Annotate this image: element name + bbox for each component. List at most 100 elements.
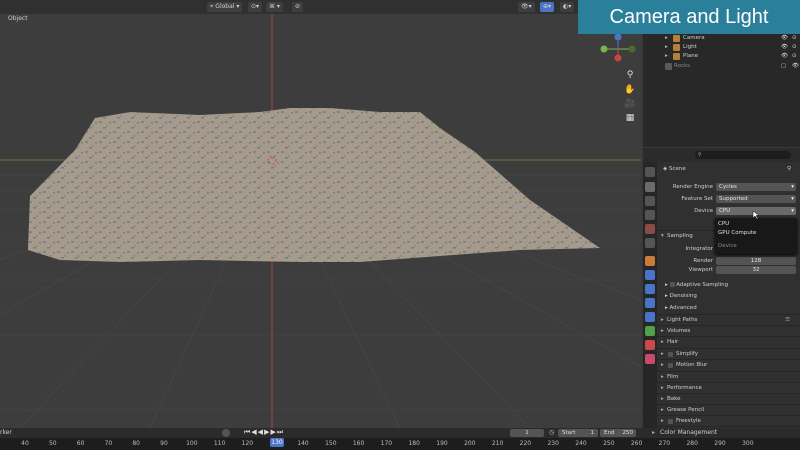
properties-search-input[interactable]: ⚲: [695, 151, 791, 159]
tool-tab-icon[interactable]: [645, 167, 655, 177]
world-tab-icon[interactable]: [645, 238, 655, 248]
constraints-tab-icon[interactable]: [645, 312, 655, 322]
panel-simplify[interactable]: ▸ Simplify: [657, 348, 800, 359]
render-icon[interactable]: ⊙: [792, 52, 797, 61]
timeline-ruler[interactable]: 40 50 60 70 80 90 100 110 120 130 140 150 160 170 180 1…: [0, 438, 800, 450]
menu-object[interactable]: Object: [8, 15, 28, 22]
start-frame-field[interactable]: Start 1: [558, 429, 598, 437]
gizmo-toggle[interactable]: ⊕▾: [540, 2, 555, 12]
ruler-tick-label: 230: [547, 440, 559, 447]
ruler-tick-label: 180: [408, 440, 420, 447]
eye-icon[interactable]: 👁: [781, 34, 788, 43]
texture-tab-icon[interactable]: [645, 354, 655, 364]
clock-icon[interactable]: ◷: [549, 429, 554, 436]
view-layer-tab-icon[interactable]: [645, 210, 655, 220]
panel-hair[interactable]: ▸ Hair: [657, 336, 800, 347]
viewport-scene: [0, 0, 641, 428]
eye-icon[interactable]: 👁: [781, 52, 788, 61]
motion-blur-checkbox[interactable]: [668, 363, 673, 368]
navigation-gizmo[interactable]: [598, 34, 640, 64]
ruler-tick-label: 140: [297, 440, 309, 447]
panel-volumes[interactable]: ▸ Volumes: [657, 325, 800, 336]
adaptive-sampling-checkbox[interactable]: [669, 282, 675, 287]
eye-icon[interactable]: 👁: [792, 62, 799, 71]
object-tab-icon[interactable]: [645, 256, 655, 266]
marker-menu[interactable]: rker: [0, 429, 12, 436]
viewport-samples-field[interactable]: 32: [716, 266, 796, 274]
ruler-tick-label: 280: [686, 440, 698, 447]
expand-arrow-icon[interactable]: ▸: [665, 34, 668, 43]
panel-grease-pencil[interactable]: ▸ Grease Pencil: [657, 404, 800, 415]
outliner-row-rocks[interactable]: Rocks ▢ 👁: [643, 62, 800, 71]
render-samples-field[interactable]: 128: [716, 257, 796, 265]
panel-light-paths[interactable]: ▸ Light Paths ☰: [657, 314, 800, 325]
transform-orientation-dropdown[interactable]: ⌖ Global ▾: [207, 2, 243, 12]
pan-hand-icon[interactable]: ✋: [624, 84, 636, 96]
proportional-edit-toggle[interactable]: ⊘: [292, 2, 304, 12]
ruler-tick-label: 120: [241, 440, 254, 447]
outliner-row-camera[interactable]: ▸ Camera 👁 ⊙: [643, 34, 800, 43]
playback-controls[interactable]: ⏮◀◀▶▶⏭: [244, 428, 284, 437]
panel-film[interactable]: ▸ Film: [657, 371, 800, 382]
render-engine-dropdown[interactable]: Cycles ▾: [716, 183, 796, 191]
grid-toggle-icon[interactable]: ▦: [624, 112, 636, 124]
panel-freestyle[interactable]: ▸ Freestyle: [657, 415, 800, 426]
device-option-cpu[interactable]: CPU: [718, 221, 729, 227]
end-frame-field[interactable]: End 250: [600, 429, 636, 437]
render-icon[interactable]: ⊙: [792, 43, 797, 52]
overlay-toggle[interactable]: ◐▾: [560, 2, 575, 12]
render-icon[interactable]: ⊙: [792, 34, 797, 43]
output-tab-icon[interactable]: [645, 196, 655, 206]
outliner-row-plane[interactable]: ▸ Plane 👁 ⊙: [643, 52, 800, 61]
device-option-gpu-compute[interactable]: GPU Compute: [718, 230, 756, 236]
panel-motion-blur[interactable]: ▸ Motion Blur: [657, 359, 800, 370]
camera-view-icon[interactable]: 🎥: [624, 98, 636, 110]
physics-tab-icon[interactable]: [645, 298, 655, 308]
viewport-menu-bar: Object: [0, 14, 32, 24]
timeline-controls: rker ⏮◀◀▶▶⏭ 1 ◷ Start 1 End 250 Color Mana…: [0, 428, 800, 438]
ruler-tick-label: 100: [186, 440, 198, 447]
ruler-tick-label: 270: [658, 440, 671, 447]
record-button[interactable]: [222, 429, 230, 437]
data-tab-icon[interactable]: [645, 326, 655, 336]
color-management-label[interactable]: Color Management: [660, 429, 717, 436]
ruler-tick-label: 170: [380, 440, 393, 447]
feature-set-dropdown[interactable]: Supported ▾: [716, 195, 796, 203]
checkbox-icon[interactable]: ▢: [781, 62, 786, 71]
outliner: ▸ Camera 👁 ⊙ ▸ Light 👁 ⊙ ▸ Plane 👁 ⊙ Roc…: [643, 34, 800, 147]
adaptive-sampling-subpanel[interactable]: ▸ Adaptive Sampling: [665, 281, 728, 289]
ruler-tick-label: 40: [21, 440, 29, 447]
timeline-playhead[interactable]: 130: [270, 438, 284, 447]
panel-performance[interactable]: ▸ Performance: [657, 382, 800, 393]
snap-toggle[interactable]: ⌘ ▾: [266, 2, 283, 12]
scene-breadcrumb: ◈ Scene: [663, 166, 686, 172]
outliner-row-light[interactable]: ▸ Light 👁 ⊙: [643, 43, 800, 52]
visibility-dropdown[interactable]: 👁▾: [518, 2, 535, 12]
simplify-checkbox[interactable]: [668, 352, 673, 357]
scene-tab-icon[interactable]: [645, 224, 655, 234]
ruler-tick-label: 50: [48, 440, 57, 447]
material-tab-icon[interactable]: [645, 340, 655, 350]
render-tab-icon[interactable]: [645, 182, 655, 192]
properties-header: ⚲: [643, 148, 800, 162]
denoising-subpanel[interactable]: ▸ Denoising: [665, 292, 697, 300]
panel-bake[interactable]: ▸ Bake: [657, 393, 800, 404]
advanced-subpanel[interactable]: ▸ Advanced: [665, 304, 697, 312]
expand-arrow-icon[interactable]: ▸: [665, 52, 668, 61]
render-engine-label: Render Engine: [672, 184, 713, 190]
current-frame-field[interactable]: 1: [510, 429, 544, 437]
ruler-tick-label: 160: [352, 440, 365, 447]
freestyle-checkbox[interactable]: [668, 419, 673, 424]
3d-viewport[interactable]: ⌖ Global ▾ ⊙▾ ⌘ ▾ ⊘ 👁▾ ⊕▾ ◐▾ Object ⚲ ✋ …: [0, 0, 641, 428]
ruler-tick-label: 210: [491, 440, 504, 447]
expand-arrow-icon[interactable]: ▸: [665, 43, 668, 52]
pivot-dropdown[interactable]: ⊙▾: [248, 2, 263, 12]
device-dropdown-menu: CPU GPU Compute Device: [715, 218, 797, 254]
zoom-icon[interactable]: ⚲: [624, 69, 636, 81]
modifier-tab-icon[interactable]: [645, 270, 655, 280]
pin-icon[interactable]: ⚲: [787, 165, 791, 173]
particles-tab-icon[interactable]: [645, 284, 655, 294]
ruler-tick-label: 150: [325, 440, 337, 447]
eye-icon[interactable]: 👁: [781, 43, 788, 52]
title-banner: Camera and Light: [578, 0, 800, 34]
